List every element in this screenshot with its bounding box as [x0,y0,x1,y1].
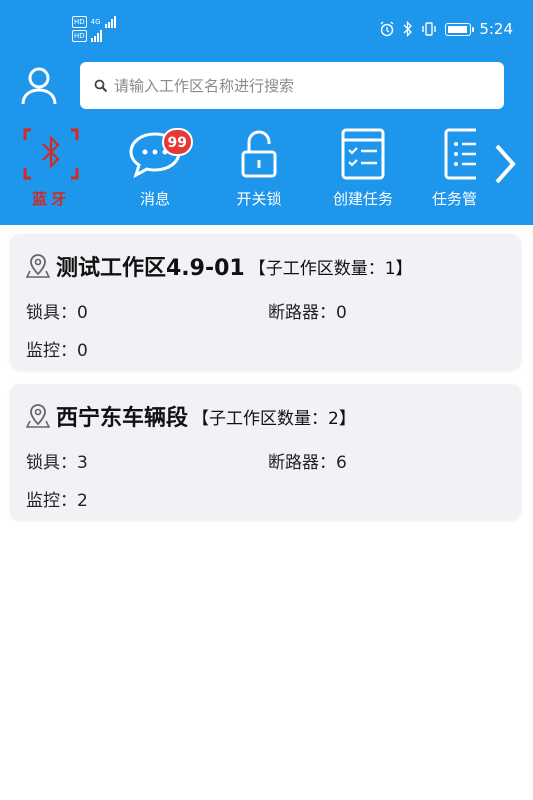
card-header: 测试工作区4.9-01 【子工作区数量：1】 [26,250,413,282]
breaker-count: 断路器：6 [268,453,347,473]
bluetooth-status-icon [403,21,413,37]
message-count-badge: 99 [161,128,193,156]
workspace-name: 西宁东车辆段 [56,406,189,431]
workspace-card[interactable]: 测试工作区4.9-01 【子工作区数量：1】 锁具：0 断路器：0 监控：0 [10,234,521,370]
lock-count: 锁具：3 [26,453,88,473]
sub-workspace-count: 【子工作区数量：2】 [192,408,356,429]
nav-label: 任务管 [432,190,476,208]
sub-workspace-count: 【子工作区数量：1】 [248,258,413,279]
nav-label: 创建任务 [332,190,393,208]
nav-item-messages[interactable]: 99 消息 [112,126,198,216]
task-list-icon [444,128,476,180]
network-type-label: 4G [90,18,101,26]
card-header: 西宁东车辆段 【子工作区数量：2】 [26,400,356,432]
hd-indicator-1: HD [72,16,87,28]
bluetooth-icon [23,128,79,180]
vibrate-icon [422,22,437,36]
alarm-icon [380,21,394,37]
signal-bars-icon [104,16,116,28]
create-task-icon [341,128,385,180]
nav-item-create-task[interactable]: 创建任务 [320,126,406,216]
chevron-right-icon[interactable] [491,142,519,186]
signal-area: HD 4G HD [72,16,116,42]
battery-icon [445,22,475,36]
clock-time: 5:24 [479,20,513,38]
monitor-count: 监控：0 [26,341,88,361]
location-pin-icon [26,404,50,428]
user-profile-icon[interactable] [20,66,58,106]
monitor-count: 监控：2 [26,491,88,511]
header: HD 4G HD 5:24 请输入工作区名称进行搜索 蓝牙 99 消息 开关锁 … [0,0,533,225]
workspace-name: 测试工作区4.9-01 [56,256,245,281]
nav-item-lock[interactable]: 开关锁 [216,126,302,216]
signal-bars-icon [90,30,102,42]
status-icons: 5:24 [379,20,513,38]
search-icon [94,79,108,92]
lock-count: 锁具：0 [26,303,88,323]
nav-label: 消息 [139,190,170,208]
search-box[interactable] [80,62,504,109]
breaker-count: 断路器：0 [268,303,347,323]
lock-icon [241,130,277,178]
hd-indicator-2: HD [72,30,87,42]
status-bar: HD 4G HD 5:24 [0,0,533,62]
location-pin-icon [26,254,50,278]
search-input[interactable] [114,76,504,95]
quick-nav: 蓝牙 99 消息 开关锁 创建任务 任务管 [0,126,533,216]
nav-item-task-management[interactable]: 任务管 [424,126,476,216]
nav-label: 蓝牙 [31,190,70,208]
workspace-card[interactable]: 西宁东车辆段 【子工作区数量：2】 锁具：3 断路器：6 监控：2 [10,384,521,520]
nav-item-bluetooth[interactable]: 蓝牙 [8,126,94,216]
nav-label: 开关锁 [236,190,282,208]
